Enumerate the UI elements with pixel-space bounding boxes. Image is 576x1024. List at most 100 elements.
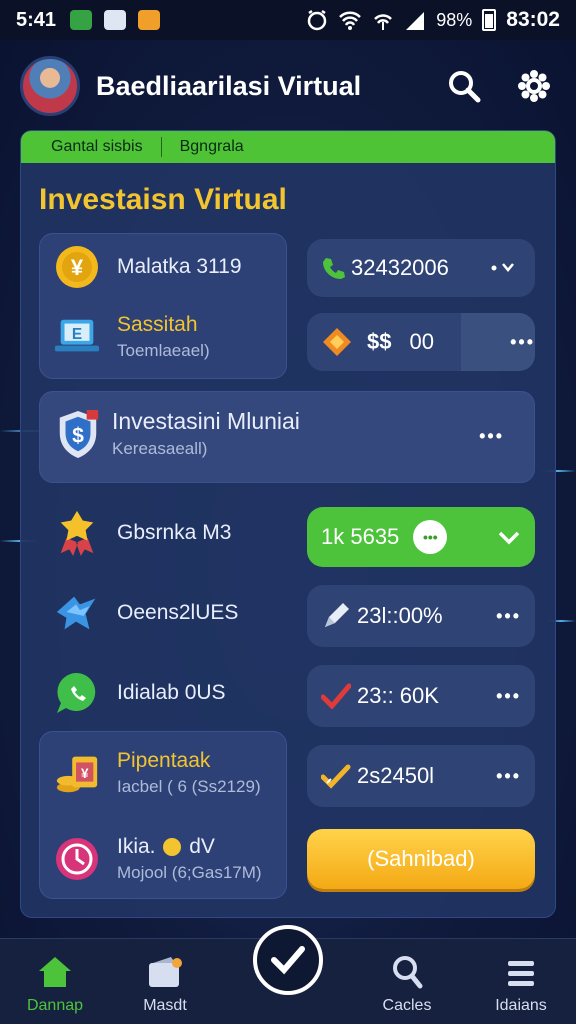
item-title: Ikia. dV (117, 835, 262, 859)
item-label: Oeens2lUES (117, 601, 239, 624)
more-icon[interactable]: ••• (496, 766, 521, 787)
nav-menu[interactable]: Idaians (466, 949, 576, 1015)
bird-icon (53, 589, 101, 637)
check-icon (321, 683, 351, 709)
phone-value-pill[interactable]: 32432006 (307, 239, 535, 297)
svg-text:¥: ¥ (81, 766, 89, 781)
phone-icon (323, 258, 345, 279)
svg-text:E: E (72, 326, 82, 343)
more-button[interactable]: ••• (461, 313, 535, 371)
green-value: 1k 5635 (321, 524, 400, 549)
item-subtitle: Iacbel ( 6 (Ss2129) (117, 777, 261, 796)
nav-label: Cacles (382, 997, 432, 1014)
status-time: 5:41 (16, 8, 57, 31)
status-bar: 5:41 98% 83:02 (0, 0, 576, 40)
panel-b-title: Investasini Mluniai (112, 408, 300, 434)
chevron-down-icon (491, 263, 514, 272)
chevron-down-icon (498, 531, 520, 545)
avatar[interactable] (20, 56, 80, 116)
k-value-pill[interactable]: 23:: 60K ••• (307, 665, 535, 727)
main-card: Gantal sisbis Bgngrala Investaisn Virtua… (20, 130, 556, 918)
item-title-suffix: dV (189, 835, 215, 858)
list-item-ikia[interactable]: Ikia. dV Mojool (6;Gas17M) (53, 835, 262, 883)
item-subtitle: Mojool (6;Gas17M) (117, 863, 262, 882)
coin-icon: ¥ (53, 243, 101, 291)
nav-label: Masdt (143, 997, 187, 1014)
item-subtitle: Toemlaeael) (117, 341, 210, 360)
gear-icon (518, 70, 550, 102)
pen-icon (325, 603, 349, 627)
battery-percent: 98% (436, 9, 473, 30)
list-item-oeens[interactable]: Oeens2lUES (53, 589, 238, 637)
nav-wallet[interactable]: Masdt (110, 949, 220, 1015)
wallet-icon (149, 957, 182, 987)
svg-text:¥: ¥ (71, 255, 84, 280)
search-button[interactable] (442, 64, 486, 108)
status-clock: 83:02 (506, 8, 560, 31)
shield-icon: $ (54, 409, 102, 458)
k-value: 23:: 60K (357, 683, 439, 708)
item-label: Gbsrnka M3 (117, 521, 232, 544)
item-label: Malatka 3119 (117, 255, 242, 278)
item-label: Idialab 0US (117, 681, 226, 704)
award-icon (53, 509, 101, 557)
clock-icon (53, 835, 101, 883)
item-title-text: Ikia. (117, 835, 156, 858)
laptop-icon: E (53, 313, 101, 361)
tab-general[interactable]: Gantal sisbis (51, 138, 143, 156)
nav-label: Dannap (26, 997, 84, 1014)
alarm-icon (308, 9, 327, 31)
green-value-pill[interactable]: 1k 5635 ••• (307, 507, 535, 567)
list-item-malatka[interactable]: ¥ Malatka 3119 (53, 243, 242, 291)
percent-value: 23l::00% (357, 603, 443, 628)
app-title: Baedliaarilasi Virtual (96, 70, 362, 101)
wifi-icon (339, 11, 362, 30)
nav-search[interactable]: Cacles (352, 949, 462, 1015)
more-icon[interactable]: ••• (413, 520, 448, 554)
list-item-gbsrnka[interactable]: Gbsrnka M3 (53, 509, 231, 557)
tab-divider (160, 137, 162, 157)
app-notification-icon (70, 10, 93, 30)
bottom-nav: Dannap Masdt Cacles Idaians (0, 925, 576, 1024)
tab-bar: Gantal sisbis Bgngrala (21, 131, 555, 163)
nav-home[interactable]: Dannap (0, 949, 110, 1015)
search-icon (449, 71, 481, 103)
settings-button[interactable] (512, 64, 556, 108)
battery-icon (482, 9, 497, 31)
phone-value: 32432006 (351, 255, 449, 280)
panel-b-subtitle: Kereasaeall) (112, 439, 208, 458)
home-icon (39, 957, 71, 987)
menu-icon (508, 961, 534, 986)
more-icon[interactable]: ••• (496, 606, 521, 627)
panel-b[interactable]: $ Investasini Mluniai Kereasaeall) ••• (39, 391, 535, 483)
pen-value: 2s2450l (357, 763, 435, 788)
more-icon[interactable]: ••• (496, 686, 521, 707)
center-check-button[interactable] (253, 925, 323, 995)
submit-button[interactable]: (Sahnibad) (307, 829, 535, 889)
more-icon[interactable]: ••• (479, 426, 504, 447)
more-icon: ••• (510, 331, 535, 352)
list-item-idialab[interactable]: Idialab 0US (53, 669, 226, 717)
app-header: Baedliaarilasi Virtual (0, 48, 576, 124)
data-icon (374, 14, 393, 30)
signal-icon (406, 12, 425, 30)
section-title: Investaisn Virtual (39, 183, 287, 216)
store-notification-icon (138, 10, 161, 30)
edit-check-icon (321, 764, 351, 789)
coins-value-pill[interactable]: $$ 00 ••• (307, 313, 535, 371)
list-item-sassitah[interactable]: E Sassitah Toemlaeael) (53, 313, 210, 361)
tab-second[interactable]: Bgngrala (180, 138, 244, 156)
coins-prefix: $$ (367, 329, 392, 354)
pen-value-pill[interactable]: 2s2450l ••• (307, 745, 535, 807)
cash-stack-icon: ¥ (53, 749, 101, 797)
check-icon (271, 946, 305, 975)
coins-value: 00 (409, 329, 434, 354)
diamond-icon (323, 328, 351, 356)
svg-text:$: $ (72, 424, 84, 447)
list-item-pipentaak[interactable]: ¥ Pipentaak Iacbel ( 6 (Ss2129) (53, 749, 261, 797)
search-icon (393, 956, 423, 989)
item-title: Sassitah (117, 313, 198, 336)
percent-value-pill[interactable]: 23l::00% ••• (307, 585, 535, 647)
emoji-icon (163, 838, 182, 857)
chat-icon (53, 669, 101, 717)
